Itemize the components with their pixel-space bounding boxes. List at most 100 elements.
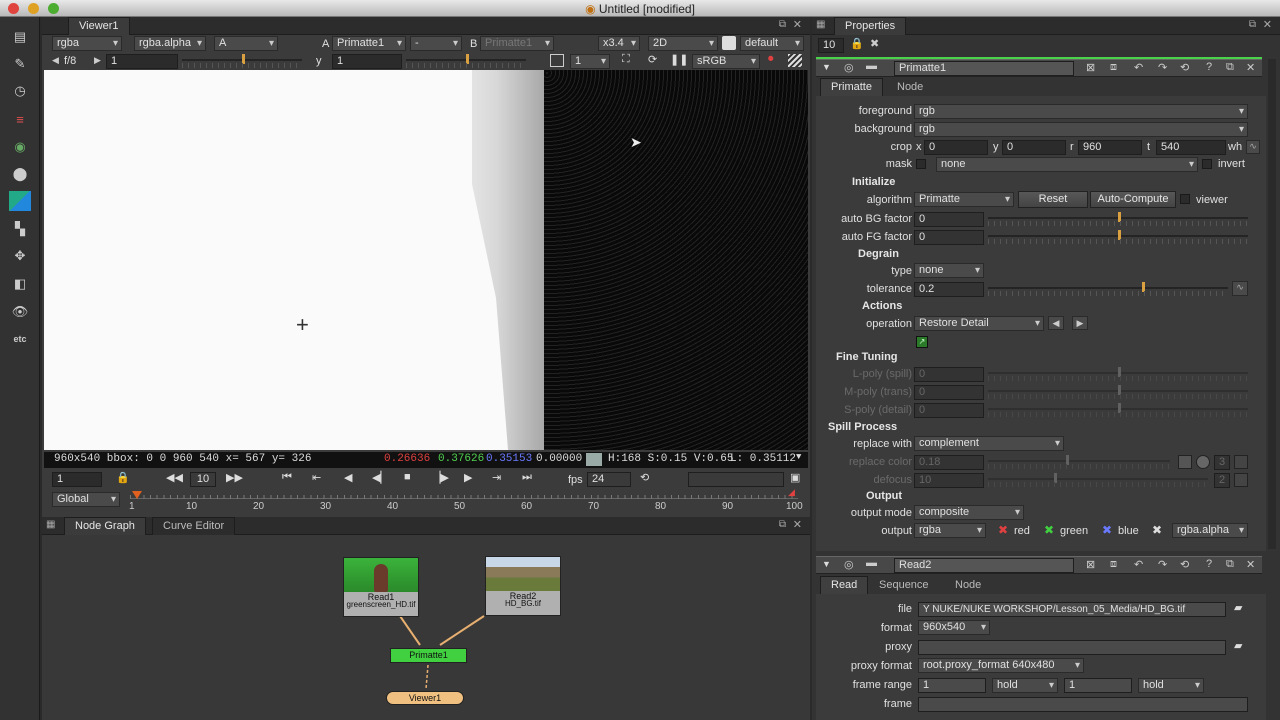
tolerance-field[interactable]: 0.2 [914, 282, 984, 297]
primatte1-node[interactable]: Primatte1 [390, 648, 467, 663]
help-circle-icon[interactable]: ◎ [844, 61, 854, 74]
format-dropdown[interactable]: 960x540 [918, 620, 990, 635]
proxy-scale-dropdown[interactable]: 1 [570, 54, 610, 69]
step-back-frame-icon[interactable]: ◀ [344, 471, 352, 484]
clear-panels-icon[interactable]: ✖ [870, 37, 879, 50]
step-forward-icon[interactable]: ▶ [94, 55, 101, 66]
next-operation-button[interactable]: ▶ [1072, 316, 1088, 330]
timeline-settings-icon[interactable]: ▣ [790, 471, 800, 484]
auto-compute-button[interactable]: Auto-Compute [1090, 191, 1176, 208]
folder-icon[interactable]: ▰ [1234, 601, 1242, 614]
float-node-icon[interactable]: ⧈ [1110, 61, 1117, 74]
invert-checkbox[interactable] [1202, 159, 1212, 169]
close-node-icon[interactable]: ✕ [1246, 558, 1255, 571]
proxy-path-field[interactable] [918, 640, 1226, 655]
out-point-marker[interactable]: ◢ [788, 487, 798, 499]
lock-icon[interactable]: 🔒 [116, 471, 130, 484]
degrain-type-dropdown[interactable]: none [914, 263, 984, 278]
timeline-scope-dropdown[interactable]: Global [52, 492, 120, 507]
crop-wh-label[interactable]: wh [1228, 141, 1242, 153]
color-swatch-button[interactable] [1178, 455, 1192, 469]
first-frame-icon[interactable]: ⏮ [282, 471, 292, 484]
help-circle-icon[interactable]: ◎ [844, 558, 854, 571]
crop-x-field[interactable]: 0 [924, 140, 988, 155]
after-dropdown[interactable]: hold [1138, 678, 1204, 693]
playback-range-field[interactable] [688, 472, 784, 487]
spoly-field[interactable]: 0 [914, 403, 984, 418]
tab-node[interactable]: Node [944, 576, 993, 594]
output-mode-dropdown[interactable]: composite [914, 505, 1024, 520]
view-mode-dropdown[interactable]: 2D [648, 36, 718, 51]
filter-tools-icon[interactable]: ⬤ [9, 164, 31, 184]
reset-button[interactable]: Reset [1018, 191, 1088, 208]
close-panel-icon[interactable]: ✕ [1263, 18, 1272, 31]
collapse-icon[interactable]: ▼ [822, 62, 831, 72]
lpoly-field[interactable]: 0 [914, 367, 984, 382]
defocus-count-field[interactable]: 2 [1214, 473, 1230, 488]
channel-count-field[interactable]: 3 [1214, 455, 1230, 470]
replace-color-slider[interactable] [988, 455, 1170, 469]
viewer1-node[interactable]: Viewer1 [386, 691, 464, 705]
tab-properties[interactable]: Properties [834, 17, 907, 35]
center-node-icon[interactable]: ⊠ [1086, 61, 1095, 74]
node-color-icon[interactable]: ▬ [866, 557, 877, 569]
first-frame-field[interactable]: 1 [918, 678, 986, 693]
background-dropdown[interactable]: rgb [914, 122, 1248, 137]
tab-read[interactable]: Read [820, 576, 869, 594]
frame-expression-field[interactable] [918, 697, 1248, 712]
replace-with-dropdown[interactable]: complement [914, 436, 1064, 451]
replace-color-field[interactable]: 0.18 [914, 455, 984, 470]
close-panel-icon[interactable]: ✕ [793, 18, 802, 31]
draw-tools-icon[interactable]: ✎ [9, 54, 31, 74]
tolerance-slider[interactable] [988, 282, 1228, 296]
last-frame-icon[interactable]: ⏭ [522, 471, 532, 484]
float-node-icon[interactable]: ⧈ [1110, 558, 1117, 571]
current-frame-field[interactable]: 1 [52, 472, 102, 487]
alpha-channel-checkbox[interactable]: ✖ [1152, 523, 1162, 537]
time-tools-icon[interactable]: ◷ [9, 81, 31, 101]
mask-overlay-icon[interactable] [788, 54, 802, 67]
float-icon[interactable]: ⧉ [1226, 558, 1234, 571]
wipe-operation-dropdown[interactable]: - [410, 36, 462, 51]
defocus-slider[interactable] [988, 473, 1208, 487]
output-channels-dropdown[interactable]: rgba [914, 523, 986, 538]
clip-warning-icon[interactable]: ⏺ [768, 53, 774, 66]
info-dropdown-icon[interactable]: ▼ [796, 452, 801, 462]
defocus-field[interactable]: 10 [914, 473, 984, 488]
proxy-format-dropdown[interactable]: root.proxy_format 640x480 [918, 658, 1084, 673]
red-channel-checkbox[interactable]: ✖ [998, 523, 1008, 537]
channels-dropdown[interactable]: rgba [52, 36, 122, 51]
tab-sequence[interactable]: Sequence [868, 576, 940, 594]
colorspace-dropdown[interactable]: sRGB [692, 54, 760, 69]
node-color-icon[interactable]: ▬ [866, 60, 877, 72]
green-channel-checkbox[interactable]: ✖ [1044, 523, 1054, 537]
gamma-field[interactable]: 1 [332, 54, 402, 69]
viewer-checkbox[interactable] [1180, 194, 1190, 204]
next-keyframe-icon[interactable]: ⇥ [492, 471, 501, 484]
panel-menu-icon[interactable]: ▦ [816, 19, 825, 30]
file-path-field[interactable]: Y NUKE/NUKE WORKSHOP/Lesson_05_Media/HD_… [918, 602, 1226, 617]
stop-icon[interactable]: ■ [404, 471, 411, 483]
viewer-lut-dropdown[interactable]: default [740, 36, 804, 51]
node-name-field[interactable]: Primatte1 [894, 61, 1074, 76]
undo-icon[interactable]: ↶ [1134, 61, 1143, 74]
pause-icon[interactable]: ❚❚ [670, 53, 688, 66]
gain-slider[interactable] [182, 54, 302, 68]
other-tools-icon[interactable]: etc [9, 329, 31, 349]
crop-t-field[interactable]: 540 [1156, 140, 1226, 155]
operation-dropdown[interactable]: Restore Detail [914, 316, 1044, 331]
animation-menu-icon[interactable] [1234, 473, 1248, 487]
spoly-slider[interactable] [988, 403, 1248, 417]
views-tools-icon[interactable]: 👁 [9, 302, 31, 322]
blue-channel-checkbox[interactable]: ✖ [1102, 523, 1112, 537]
animation-menu-icon[interactable]: ∿ [1246, 140, 1260, 154]
algorithm-dropdown[interactable]: Primatte [914, 192, 1014, 207]
alpha-channel-dropdown[interactable]: rgba.alpha [1172, 523, 1248, 538]
crop-y-field[interactable]: 0 [1002, 140, 1066, 155]
help-icon[interactable]: ? [1206, 61, 1212, 73]
auto-bg-factor-field[interactable]: 0 [914, 212, 984, 227]
lock-panel-icon[interactable]: 🔒 [850, 37, 864, 50]
gamma-slider[interactable] [406, 54, 526, 68]
step-back-icon[interactable]: ◀ [52, 55, 59, 66]
before-dropdown[interactable]: hold [992, 678, 1058, 693]
